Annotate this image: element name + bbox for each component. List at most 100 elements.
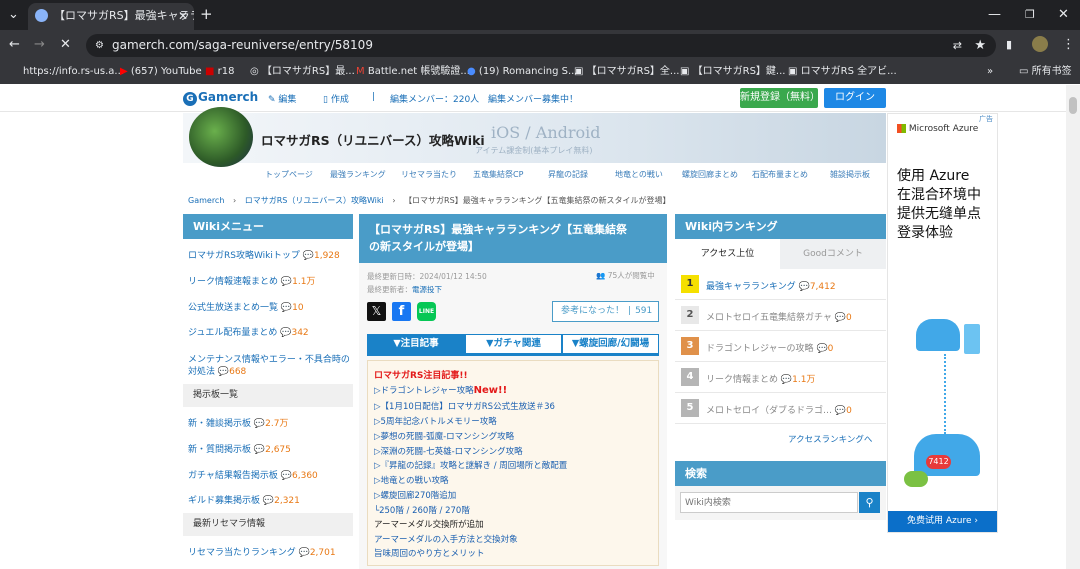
flag-icon: ■ [205, 66, 215, 77]
azure-ad[interactable]: 广告 Microsoft Azure 使用 Azure 在混合环境中 提供无缝单点登… [887, 113, 998, 533]
ranking-row[interactable]: 1 最強キャラランキング 💬7,412 [675, 269, 886, 300]
back-icon[interactable]: ← [9, 37, 20, 53]
stop-loading-icon[interactable]: ✕ [60, 37, 71, 53]
nav-earth-dragon[interactable]: 地竜との戦い [615, 169, 663, 180]
login-button[interactable]: ログイン [824, 88, 886, 108]
featured-link[interactable]: ▷『昇龍の記録』攻略と謎解き / 周回場所と敵配置 [374, 459, 567, 471]
menu-item-broadcasts[interactable]: 公式生放送まとめ一覧 💬10 [188, 300, 304, 313]
close-window-icon[interactable]: ✕ [1058, 7, 1069, 23]
tab-good-comments[interactable]: Goodコメント [780, 239, 886, 269]
bookmark-item[interactable]: https://info.rs-us.a... [23, 60, 124, 84]
menu-item-top[interactable]: ロマサガRS攻略Wikiトップ 💬1,928 [188, 248, 340, 261]
updater-link[interactable]: 電源投下 [412, 285, 442, 294]
breadcrumb: Gamerch › ロマサガRS（リユニバース）攻略Wiki › 【ロマサガRS… [188, 196, 671, 205]
nav-record[interactable]: 昇龍の記録 [548, 169, 588, 180]
nav-jewels[interactable]: 石配布量まとめ [752, 169, 808, 180]
minimize-icon[interactable]: — [988, 7, 1001, 23]
wiki-search-input[interactable] [680, 492, 858, 513]
board-chat[interactable]: 新・雑談掲示板 💬2.7万 [188, 416, 288, 429]
featured-link[interactable]: ▷地竜との戦い攻略 [374, 474, 448, 486]
azure-cta-button[interactable]: 免费试用 Azure › [888, 511, 997, 532]
menu-item-leaks[interactable]: リーク情報速報まとめ 💬1.1万 [188, 274, 315, 287]
new-tab-button[interactable]: + [200, 6, 213, 22]
nav-chat-board[interactable]: 雑談掲示板 [830, 169, 870, 180]
gamerch-logo[interactable]: G Gamerch [183, 90, 258, 106]
bookmark-item[interactable]: M Battle.net 帳號驗證... [356, 60, 470, 84]
tab-search-icon[interactable]: ⌄ [8, 7, 19, 23]
bookmark-star-icon[interactable]: ★ [974, 34, 986, 57]
nav-spiral[interactable]: 螺旋回廊まとめ [682, 169, 738, 180]
create-link[interactable]: ▯ 作成 [323, 92, 349, 105]
forward-icon[interactable]: → [34, 37, 45, 53]
line-share-icon[interactable]: LINE [417, 302, 436, 321]
bookmark-item[interactable]: ● (19) Romancing S... [467, 60, 577, 84]
search-icon: ⚲ [865, 496, 874, 509]
x-share-icon[interactable]: 𝕏 [367, 302, 386, 321]
facebook-share-icon[interactable]: f [392, 302, 411, 321]
featured-link[interactable]: ▷深淵の死闘-七英雄-ロマンシング攻略 [374, 445, 523, 457]
tab-spiral[interactable]: ▼螺旋回廊/幻闘場 [562, 334, 659, 354]
menu-item-jewels[interactable]: ジュエル配布量まとめ 💬342 [188, 325, 309, 338]
translate-icon[interactable]: ⇄ [953, 34, 962, 57]
medal-link[interactable]: アーマーメダルの入手方法と交換対象 [374, 533, 518, 545]
bookmark-item[interactable]: ▣ 【ロマサガRS】全... [574, 60, 679, 84]
tab-gacha[interactable]: ▼ガチャ関連 [465, 334, 562, 354]
breadcrumb-home[interactable]: Gamerch [188, 196, 224, 205]
page-scrollbar[interactable] [1066, 85, 1080, 569]
featured-box-title: ロマサガRS注目記事!! [374, 371, 468, 381]
featured-link[interactable]: ▷夢想の死闘-弧魔-ロマンシング攻略 [374, 430, 514, 442]
board-guild[interactable]: ギルド募集掲示板 💬2,321 [188, 493, 300, 506]
gmail-icon: M [356, 66, 365, 77]
edit-link[interactable]: ✎ 編集 [268, 92, 296, 105]
breadcrumb-wiki[interactable]: ロマサガRS（リユニバース）攻略Wiki [245, 196, 384, 205]
nav-campaign[interactable]: 五竜集結祭CP [473, 169, 523, 180]
section-boards: 掲示板一覧 [183, 384, 353, 407]
site-info-icon[interactable]: ⚙ [95, 34, 104, 57]
helpful-button[interactable]: 参考になった！ | 591 [552, 301, 659, 322]
ad-marker[interactable]: 广告 [979, 114, 993, 124]
members-count[interactable]: 編集メンバー：220人 [390, 92, 479, 105]
reroll-ranking[interactable]: リセマラ当たりランキング 💬2,701 [188, 545, 336, 558]
ranking-row[interactable]: 4 リーク情報まとめ 💬1.1万 [675, 362, 886, 393]
featured-link[interactable]: ▷【1月10日配信】ロマサガRS公式生放送＃36 [374, 400, 555, 412]
bookmark-item-youtube[interactable]: ▶ (657) YouTube [120, 60, 202, 84]
address-bar[interactable]: ⚙ gamerch.com/saga-reuniverse/entry/5810… [86, 34, 996, 57]
bookmark-item[interactable]: ▣ 【ロマサガRS】鍵... [680, 60, 785, 84]
comment-icon: 💬 [253, 419, 266, 429]
nav-top[interactable]: トップページ [265, 169, 313, 180]
close-tab-icon[interactable]: ✕ [178, 3, 188, 29]
tab-featured[interactable]: ▼注目記事 [367, 334, 465, 354]
all-bookmarks-button[interactable]: ▭ 所有书签 [1019, 60, 1072, 84]
featured-link[interactable]: ▷5周年記念バトルメモリー攻略 [374, 415, 497, 427]
scrollbar-thumb[interactable] [1069, 97, 1077, 114]
nav-reroll[interactable]: リセマラ当たり [401, 169, 457, 180]
more-bookmarks-button[interactable]: » [987, 60, 993, 84]
menu-icon[interactable]: ⋮ [1062, 37, 1075, 53]
nav-ranking[interactable]: 最強ランキング [330, 169, 386, 180]
ad-headline: 使用 Azure 在混合环境中 提供无缝单点 登录体验 [897, 168, 981, 241]
register-button[interactable]: 新規登録（無料） [740, 88, 820, 108]
recruit-link[interactable]: 編集メンバー募集中！ [488, 92, 578, 105]
search-button[interactable]: ⚲ [859, 492, 880, 513]
featured-link[interactable]: ▷ドラゴントレジャー攻略New!! [374, 384, 507, 396]
more-ranking-link[interactable]: アクセスランキングへ [788, 433, 872, 445]
farming-link[interactable]: 旨味周回のやり方とメリット [374, 547, 485, 559]
side-panel-icon[interactable]: ▮ [1006, 37, 1012, 53]
ranking-row[interactable]: 2 メロトセロイ五竜集結祭ガチャ 💬0 [675, 300, 886, 331]
bookmark-item[interactable]: ■ r18 [205, 60, 234, 84]
url-text: gamerch.com/saga-reuniverse/entry/58109 [112, 38, 373, 52]
wiki-banner[interactable]: ロマサガRS（リユニバース）攻略Wiki iOS / Android アイテム課… [183, 107, 886, 167]
board-questions[interactable]: 新・質問掲示板 💬2,675 [188, 442, 291, 455]
menu-item-maintenance-2[interactable]: 対処法 💬668 [188, 364, 246, 377]
profile-avatar[interactable] [1032, 36, 1048, 52]
board-gacha[interactable]: ガチャ結果報告掲示板 💬6,360 [188, 468, 318, 481]
featured-link[interactable]: ▷螺旋回廊270階追加 [374, 489, 456, 501]
ranking-row[interactable]: 5 メロトセロイ（ダブるドラゴ… 💬0 [675, 393, 886, 424]
browser-tab-active[interactable]: 【ロマサガRS】最強キャララン ✕ [28, 3, 194, 30]
maximize-icon[interactable]: ❐ [1025, 7, 1035, 23]
bookmark-item[interactable]: ▣ ロマサガRS 全アビ... [788, 60, 897, 84]
bookmark-item[interactable]: ◎ 【ロマサガRS】最... [250, 60, 355, 84]
floor-links[interactable]: └250階 / 260階 / 270階 [374, 504, 470, 516]
ranking-row[interactable]: 3 ドラゴントレジャーの攻略 💬0 [675, 331, 886, 362]
tab-access[interactable]: アクセス上位 [675, 239, 780, 269]
